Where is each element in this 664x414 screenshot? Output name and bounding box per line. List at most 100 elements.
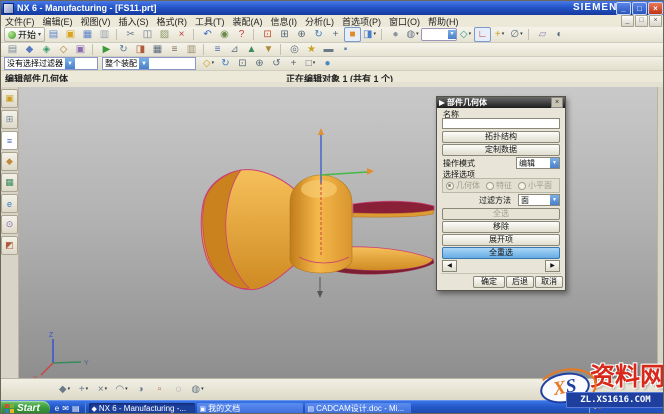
back-button[interactable]: 后退 <box>506 276 534 288</box>
chevron-down-icon[interactable]: ▼ <box>139 58 149 69</box>
help-icon[interactable]: ? <box>233 27 250 42</box>
delete-icon[interactable]: × <box>173 27 190 42</box>
create-program-icon[interactable]: ▤ <box>4 42 21 57</box>
datum-plane-icon[interactable]: ◇ <box>457 27 474 42</box>
palettes-icon[interactable]: ◩ <box>1 236 18 255</box>
menu-format[interactable]: 格式(R) <box>153 17 192 27</box>
cancel-button[interactable]: 取消 <box>535 276 563 288</box>
snap-intersection-icon[interactable]: × <box>94 382 111 397</box>
verify-toolpath-icon[interactable]: ◨ <box>132 42 149 57</box>
selection-ball-icon[interactable]: ◉ <box>216 27 233 42</box>
undo-icon[interactable]: ↶ <box>199 27 216 42</box>
point-icon[interactable]: + <box>491 27 508 42</box>
replay-toolpath-icon[interactable]: ↻ <box>115 42 132 57</box>
rendering-style-icon[interactable]: ◨ <box>361 27 378 42</box>
menu-information[interactable]: 信息(I) <box>267 17 302 27</box>
snap-point-on-surface-icon[interactable]: ◍ <box>189 382 206 397</box>
operation-mode-combo[interactable]: 编辑 ▼ <box>516 157 560 169</box>
menu-help[interactable]: 帮助(H) <box>424 17 463 27</box>
reselect-all-button[interactable]: 全重选 <box>442 247 560 259</box>
snap-point-dropdown-icon[interactable]: ◇ <box>200 56 217 71</box>
menu-view[interactable]: 视图(V) <box>77 17 115 27</box>
pan-icon[interactable]: + <box>285 56 302 71</box>
snap-existing-point-icon[interactable]: ▫ <box>151 382 168 397</box>
ok-button[interactable]: 确定 <box>473 276 505 288</box>
menu-file[interactable]: 文件(F) <box>1 17 39 27</box>
selection-filter-combo[interactable]: 没有选择过滤器 ▼ <box>4 57 98 70</box>
previous-arrow-button[interactable]: ◀ <box>442 260 457 272</box>
pan-view-icon[interactable]: + <box>327 27 344 42</box>
next-arrow-button[interactable]: ▶ <box>545 260 560 272</box>
rectangle-pick-icon[interactable]: □ <box>302 56 319 71</box>
filter-method-combo[interactable]: 面 ▼ <box>518 194 560 206</box>
snap-arc-center-icon[interactable]: ◠ <box>113 382 130 397</box>
radio-feature[interactable]: 特征 <box>486 180 512 191</box>
child-minimize-icon[interactable]: _ <box>621 15 634 27</box>
program-order-view-icon[interactable]: ≡ <box>209 42 226 57</box>
start-menu-button[interactable]: 开始 ▾ <box>4 27 45 42</box>
task-my-documents[interactable]: ▣我的文档 <box>197 403 303 414</box>
rotate-icon[interactable]: ↺ <box>268 56 285 71</box>
internet-explorer-icon[interactable]: e <box>55 404 59 413</box>
view-orientation-combo[interactable] <box>421 28 457 41</box>
zoom-icon[interactable]: ⊕ <box>251 56 268 71</box>
blade-right[interactable] <box>353 201 434 213</box>
menu-edit[interactable]: 编辑(E) <box>39 17 77 27</box>
chevron-down-icon[interactable]: ▼ <box>550 158 559 168</box>
snap-point-on-curve-icon[interactable]: ◌ <box>170 382 187 397</box>
role-icon[interactable]: ◍ <box>404 27 421 42</box>
refresh-icon[interactable]: ↻ <box>217 56 234 71</box>
dialog-close-icon[interactable]: × <box>551 97 563 108</box>
create-geometry-icon[interactable]: ◈ <box>38 42 55 57</box>
constraint-navigator-icon[interactable]: ⊞ <box>1 110 18 129</box>
topology-button[interactable]: 拓扑结构 <box>442 131 560 143</box>
dialog-titlebar[interactable]: 部件几何体 × <box>437 97 565 108</box>
menu-analysis[interactable]: 分析(L) <box>301 17 338 27</box>
shop-documentation-icon[interactable]: ▥ <box>183 42 200 57</box>
task-nx[interactable]: ◆NX 6 - Manufacturing -... <box>89 403 195 414</box>
reuse-library-icon[interactable]: ◆ <box>1 152 18 171</box>
fit-view-icon[interactable]: ⊡ <box>259 27 276 42</box>
appearance-icon[interactable]: ● <box>387 27 404 42</box>
child-close-icon[interactable]: × <box>649 15 662 27</box>
menu-insert[interactable]: 插入(S) <box>115 17 153 27</box>
simulate-machine-icon[interactable]: ▦ <box>149 42 166 57</box>
chevron-down-icon[interactable]: ▼ <box>550 195 559 205</box>
window-titlebar[interactable]: NX 6 - Manufacturing - [FS11.prt] SIEMEN… <box>1 1 664 15</box>
machining-method-view-icon[interactable]: ▼ <box>260 42 277 57</box>
show-desktop-icon[interactable]: ▤ <box>72 404 80 413</box>
create-tool-icon[interactable]: ◆ <box>21 42 38 57</box>
print-icon[interactable]: ▥ <box>96 27 113 42</box>
close-icon[interactable]: × <box>648 2 663 15</box>
create-operation-icon[interactable]: ▣ <box>72 42 89 57</box>
snap-quadrant-icon[interactable]: ◑ <box>132 382 149 397</box>
select-all-button[interactable]: 全选 <box>442 208 560 220</box>
restore-icon[interactable]: □ <box>632 2 647 15</box>
snap-end-point-icon[interactable]: ◆ <box>56 382 73 397</box>
menu-window[interactable]: 窗口(O) <box>385 17 424 27</box>
hd3d-tools-icon[interactable]: ▦ <box>1 173 18 192</box>
show-hide-icon[interactable]: ◐ <box>551 27 568 42</box>
rotate-view-icon[interactable]: ↻ <box>310 27 327 42</box>
fit-view-icon[interactable]: ⊡ <box>234 56 251 71</box>
selection-scope-combo[interactable]: 整个装配 ▼ <box>102 57 196 70</box>
optimize-icon[interactable]: ★ <box>303 42 320 57</box>
shaded-ball-icon[interactable]: ● <box>319 56 336 71</box>
menu-preferences[interactable]: 首选项(P) <box>338 17 385 27</box>
assembly-navigator-icon[interactable]: ▣ <box>1 89 18 108</box>
copy-icon[interactable]: ◫ <box>139 27 156 42</box>
radio-facet[interactable]: 小平面 <box>518 180 552 191</box>
zoom-icon[interactable]: ⊕ <box>293 27 310 42</box>
geometry-view-icon[interactable]: ▲ <box>243 42 260 57</box>
internet-browser-icon[interactable]: e <box>1 194 18 213</box>
windows-start-button[interactable]: Start <box>1 401 50 414</box>
new-icon[interactable]: ▤ <box>45 27 62 42</box>
create-method-icon[interactable]: ◇ <box>55 42 72 57</box>
name-input[interactable] <box>442 118 560 129</box>
shaded-with-edges-icon[interactable]: ■ <box>344 27 361 42</box>
csys-y-axis[interactable] <box>321 172 367 175</box>
menu-assemblies[interactable]: 装配(A) <box>229 17 267 27</box>
remove-button[interactable]: 移除 <box>442 221 560 233</box>
snap-mid-point-icon[interactable]: + <box>75 382 92 397</box>
postprocess-icon[interactable]: ≡ <box>166 42 183 57</box>
